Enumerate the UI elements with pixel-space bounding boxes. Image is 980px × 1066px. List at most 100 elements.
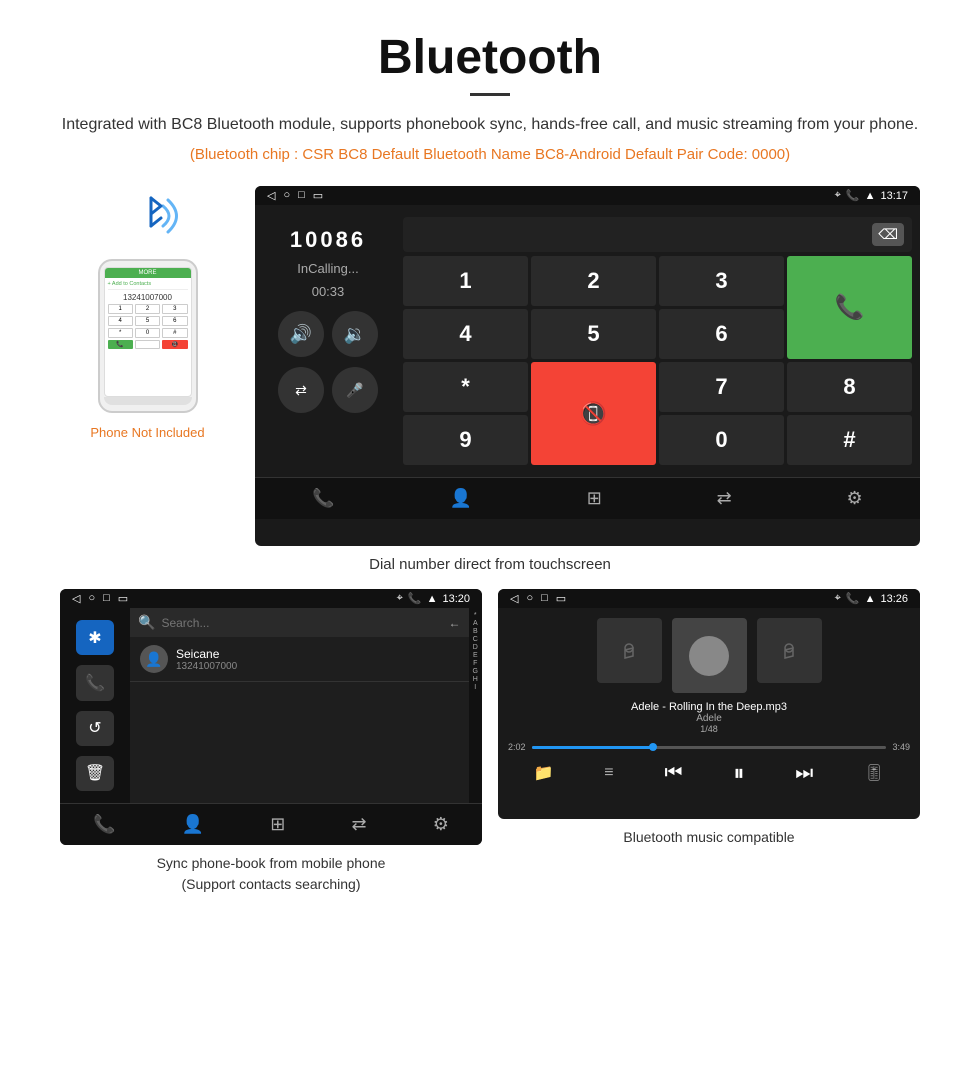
key-0[interactable]: 0 (659, 415, 784, 465)
pb-back-arrow[interactable]: ← (449, 616, 461, 630)
phonebook-main-area: 🔍 ← 👤 Seicane 13241007000 (130, 608, 469, 803)
location-icon: ⌖ (835, 189, 841, 202)
key-9[interactable]: 9 (403, 415, 528, 465)
music-equalizer-icon[interactable]: 🎚 (864, 763, 884, 783)
key-3[interactable]: 3 (659, 256, 784, 306)
music-next-icon[interactable]: ⏭ (795, 762, 813, 785)
progress-fill (532, 746, 656, 749)
music-home-icon: ○ (526, 592, 533, 605)
pb-bluetooth-icon[interactable]: ✱ (76, 620, 114, 655)
music-time-current: 2:02 (508, 742, 526, 752)
music-screen: ◁ ○ □ ▭ ⌖ 📞 ▲ 13:26 (498, 589, 920, 819)
progress-bar: 2:02 3:49 (508, 742, 910, 752)
pb-nav-contacts[interactable]: 👤 (182, 814, 204, 835)
music-prev-icon[interactable]: ⏮ (664, 762, 682, 785)
music-status-bar: ◁ ○ □ ▭ ⌖ 📞 ▲ 13:26 (498, 589, 920, 608)
pb-back-icon: ◁ (72, 592, 80, 605)
phone-key-1: 1 (108, 304, 133, 314)
pb-status-right: ⌖ 📞 ▲ 13:20 (397, 592, 470, 605)
pb-call-icon: 📞 (408, 592, 422, 605)
phone-left-panel: MORE + Add to Contacts 13241007000 1 2 3… (60, 186, 235, 440)
music-song-title: Adele - Rolling In the Deep.mp3 (508, 701, 910, 713)
pb-status-nav: ◁ ○ □ ▭ (72, 592, 128, 605)
music-list-icon[interactable]: ≡ (604, 764, 613, 782)
phonebook-nav-bar: 📞 👤 ⊞ ⇄ ⚙ (60, 803, 482, 845)
phone-key-2: 2 (135, 304, 160, 314)
pb-status-time: 13:20 (442, 593, 470, 605)
album-art-left (597, 618, 662, 683)
key-star[interactable]: * (403, 362, 528, 412)
phonebook-contact-item[interactable]: 👤 Seicane 13241007000 (130, 637, 469, 682)
status-time: 13:17 (880, 190, 908, 202)
nav-transfer-icon[interactable]: ⇄ (717, 488, 732, 509)
transfer-btn[interactable]: ⇄ (278, 367, 324, 413)
in-calling-label: InCalling... (297, 261, 358, 276)
phonebook-status-bar: ◁ ○ □ ▭ ⌖ 📞 ▲ 13:20 (60, 589, 482, 608)
phonebook-layout: ✱ 📞 ↺ 🗑 🔍 ← 👤 (60, 608, 482, 803)
contact-info: Seicane 13241007000 (176, 647, 459, 672)
mic-btn[interactable]: 🎤 (332, 367, 378, 413)
alpha-i: I (473, 684, 478, 691)
end-call-btn[interactable]: 📵 (531, 362, 656, 465)
nav-calls-icon[interactable]: 📞 (312, 488, 334, 509)
alpha-index: * A B C D E F G H I (469, 608, 482, 803)
key-1[interactable]: 1 (403, 256, 528, 306)
music-back-icon: ◁ (510, 592, 518, 605)
alpha-d: D (473, 644, 478, 651)
volume-up-btn[interactable]: 🔊 (278, 311, 324, 357)
music-location-icon: ⌖ (835, 592, 841, 605)
bottom-screenshots: ◁ ○ □ ▭ ⌖ 📞 ▲ 13:20 ✱ (60, 589, 920, 895)
key-5[interactable]: 5 (531, 309, 656, 359)
pb-nav-calls[interactable]: 📞 (93, 814, 115, 835)
key-7[interactable]: 7 (659, 362, 784, 412)
album-art-right (757, 618, 822, 683)
alpha-f: F (473, 660, 478, 667)
phone-key-6: 6 (162, 316, 187, 326)
key-8[interactable]: 8 (787, 362, 912, 412)
wifi-signal-icon: ▲ (865, 190, 876, 202)
nav-settings-icon[interactable]: ⚙ (846, 488, 862, 509)
backspace-btn[interactable]: ⌫ (872, 223, 904, 246)
music-status-time: 13:26 (880, 593, 908, 605)
progress-track[interactable] (532, 746, 887, 749)
bluetooth-icon (113, 186, 183, 251)
pb-nav-settings[interactable]: ⚙ (433, 814, 449, 835)
phonebook-search-row: 🔍 ← (130, 608, 469, 637)
alpha-e: E (473, 652, 478, 659)
phone-screen: MORE + Add to Contacts 13241007000 1 2 3… (104, 267, 192, 397)
pb-delete-icon[interactable]: 🗑 (76, 756, 114, 791)
music-status-right: ⌖ 📞 ▲ 13:26 (835, 592, 908, 605)
music-folder-icon[interactable]: 📁 (533, 763, 553, 783)
phonebook-screen: ◁ ○ □ ▭ ⌖ 📞 ▲ 13:20 ✱ (60, 589, 482, 845)
home-nav-icon: ○ (283, 189, 290, 202)
pb-nav-transfer[interactable]: ⇄ (351, 814, 366, 835)
keypad-grid: 1 2 3 📞 4 5 6 * 📵 7 8 9 0 # (403, 256, 912, 465)
phonebook-caption: Sync phone-book from mobile phone(Suppor… (157, 853, 386, 895)
alpha-h: H (473, 676, 478, 683)
volume-down-btn[interactable]: 🔉 (332, 311, 378, 357)
pb-nav-grid[interactable]: ⊞ (270, 814, 285, 835)
music-play-pause-icon[interactable]: ⏸ (733, 760, 744, 786)
progress-dot (649, 743, 657, 751)
calling-time: 00:33 (312, 284, 345, 299)
music-notif-icon: ▭ (556, 592, 566, 605)
page-title: Bluetooth (60, 30, 920, 85)
music-screenshot-box: ◁ ○ □ ▭ ⌖ 📞 ▲ 13:26 (498, 589, 920, 895)
call-btn[interactable]: 📞 (787, 256, 912, 359)
phone-key-5: 5 (135, 316, 160, 326)
phone-bottom-bar (104, 397, 192, 405)
orange-note: (Bluetooth chip : CSR BC8 Default Blueto… (60, 144, 920, 167)
alpha-c: C (473, 636, 478, 643)
nav-contacts-icon[interactable]: 👤 (450, 488, 472, 509)
key-hash[interactable]: # (787, 415, 912, 465)
phone-key-end: 📵 (162, 340, 187, 349)
key-2[interactable]: 2 (531, 256, 656, 306)
status-nav-icons: ◁ ○ □ ▭ (267, 189, 323, 202)
key-4[interactable]: 4 (403, 309, 528, 359)
key-6[interactable]: 6 (659, 309, 784, 359)
nav-grid-icon[interactable]: ⊞ (587, 488, 602, 509)
phonebook-search-input[interactable] (161, 616, 442, 630)
pb-call-icon-btn[interactable]: 📞 (76, 665, 114, 700)
pb-sync-icon[interactable]: ↺ (76, 711, 114, 746)
phone-key-star: * (108, 328, 133, 338)
